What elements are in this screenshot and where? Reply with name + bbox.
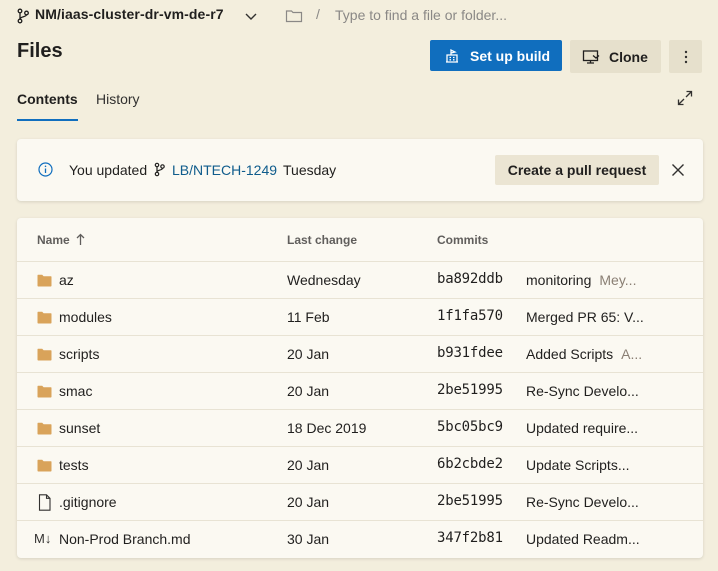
repo-selector[interactable]: NM/iaas-cluster-dr-vm-de-r7 [35, 6, 224, 22]
table-row[interactable]: scripts 20 Jan b931fdee Added Scripts A... [17, 336, 703, 373]
close-icon[interactable] [671, 163, 685, 177]
set-up-build-label: Set up build [470, 47, 551, 64]
folder-icon [37, 311, 52, 324]
last-change-date: Wednesday [287, 272, 361, 288]
commit-hash-link[interactable]: 2be51995 [437, 493, 503, 509]
folder-icon [37, 459, 52, 472]
notice-text: You updated [69, 162, 148, 178]
set-up-build-button[interactable]: Set up build [430, 40, 562, 71]
file-name-link[interactable]: tests [59, 457, 89, 473]
last-change-date: 11 Feb [287, 309, 330, 325]
commit-message-text: Added Scripts [526, 346, 614, 362]
commit-message-text: Updated Readm... [526, 531, 640, 547]
last-change-date: 20 Jan [287, 346, 330, 362]
more-vertical-icon [684, 50, 687, 63]
branch-link[interactable]: LB/NTECH-1249 [172, 162, 277, 178]
last-change-date: 18 Dec 2019 [287, 420, 367, 436]
more-actions-button[interactable] [669, 40, 702, 73]
branch-icon [154, 162, 165, 177]
folder-icon [37, 348, 52, 361]
page-title: Files [17, 40, 63, 62]
file-name-link[interactable]: Non-Prod Branch.md [59, 531, 191, 547]
commit-message-text: monitoring [526, 272, 592, 288]
active-tab-indicator [17, 119, 78, 121]
file-name-link[interactable]: modules [59, 309, 112, 325]
commit-message[interactable]: monitoring Mey... [526, 272, 636, 288]
commit-message[interactable]: Added Scripts A... [526, 346, 642, 362]
path-separator: / [316, 6, 320, 22]
column-header-last-change[interactable]: Last change [287, 233, 357, 247]
notice-time: Tuesday [283, 162, 337, 178]
folder-icon [37, 274, 52, 287]
last-change-date: 30 Jan [287, 531, 330, 547]
file-name-link[interactable]: sunset [59, 420, 100, 436]
commit-message[interactable]: Updated Readm... [526, 531, 640, 547]
tab-contents[interactable]: Contents [17, 91, 78, 107]
path-search-input[interactable] [328, 2, 588, 28]
clone-label: Clone [609, 48, 648, 65]
info-icon [38, 162, 53, 177]
table-row[interactable]: az Wednesday ba892ddb monitoring Mey... [17, 262, 703, 299]
file-name-link[interactable]: scripts [59, 346, 99, 362]
file-name-link[interactable]: smac [59, 383, 92, 399]
branch-icon [17, 8, 29, 24]
commit-message-text: Updated require... [526, 420, 639, 436]
table-row[interactable]: .gitignore 20 Jan 2be51995 Re-Sync Develo..… [17, 484, 703, 521]
column-header-commits[interactable]: Commits [437, 233, 488, 247]
commit-hash-link[interactable]: 5bc05bc9 [437, 419, 503, 435]
commit-hash-link[interactable]: b931fdee [437, 345, 503, 361]
last-change-date: 20 Jan [287, 383, 330, 399]
update-notification: You updated LB/NTECH-1249 Tuesday Create… [17, 139, 703, 201]
commit-message-text: Update Scripts... [526, 457, 630, 473]
clone-icon [582, 49, 600, 64]
column-header-name[interactable]: Name [37, 233, 70, 247]
commit-message-text: Re-Sync Develo... [526, 494, 639, 510]
create-pull-request-button[interactable]: Create a pull request [495, 155, 659, 185]
folder-icon [37, 422, 52, 435]
last-change-date: 20 Jan [287, 494, 330, 510]
commit-message[interactable]: Re-Sync Develo... [526, 383, 639, 399]
file-icon [38, 494, 51, 511]
expand-icon[interactable] [677, 90, 693, 106]
commit-message[interactable]: Update Scripts... [526, 457, 630, 473]
folder-icon [37, 385, 52, 398]
commit-message-text: Merged PR 65: V... [526, 309, 644, 325]
sort-ascending-icon[interactable] [76, 233, 85, 246]
table-row[interactable]: tests 20 Jan 6b2cbde2 Update Scripts... [17, 447, 703, 484]
top-bar: NM/iaas-cluster-dr-vm-de-r7 / [0, 0, 718, 32]
commit-message[interactable]: Re-Sync Develo... [526, 494, 639, 510]
file-name-link[interactable]: az [59, 272, 74, 288]
tab-history[interactable]: History [96, 91, 140, 107]
files-table: Name Last change Commits az Wednesday ba89… [17, 218, 703, 558]
commit-message[interactable]: Updated require... [526, 420, 638, 436]
commit-author: Mey... [599, 272, 637, 288]
chevron-down-icon[interactable] [244, 9, 258, 23]
commit-hash-link[interactable]: 2be51995 [437, 382, 503, 398]
commit-hash-link[interactable]: ba892ddb [437, 271, 503, 287]
build-icon [446, 48, 458, 63]
table-row[interactable]: M↓ Non-Prod Branch.md 30 Jan 347f2b81 Update… [17, 521, 703, 558]
commit-message-text: Re-Sync Develo... [526, 383, 639, 399]
file-name-link[interactable]: .gitignore [59, 494, 117, 510]
commit-hash-link[interactable]: 1f1fa570 [437, 308, 503, 324]
commit-message[interactable]: Merged PR 65: V... [526, 309, 644, 325]
commit-author: A... [621, 346, 643, 362]
table-row[interactable]: sunset 18 Dec 2019 5bc05bc9 Updated require… [17, 410, 703, 447]
commit-hash-link[interactable]: 347f2b81 [437, 530, 503, 546]
table-row[interactable]: smac 20 Jan 2be51995 Re-Sync Develo... [17, 373, 703, 410]
markdown-icon: M↓ [34, 531, 52, 546]
table-row[interactable]: modules 11 Feb 1f1fa570 Merged PR 65: V... [17, 299, 703, 336]
commit-hash-link[interactable]: 6b2cbde2 [437, 456, 503, 472]
last-change-date: 20 Jan [287, 457, 330, 473]
clone-button[interactable]: Clone [570, 40, 661, 73]
folder-icon [285, 10, 303, 23]
